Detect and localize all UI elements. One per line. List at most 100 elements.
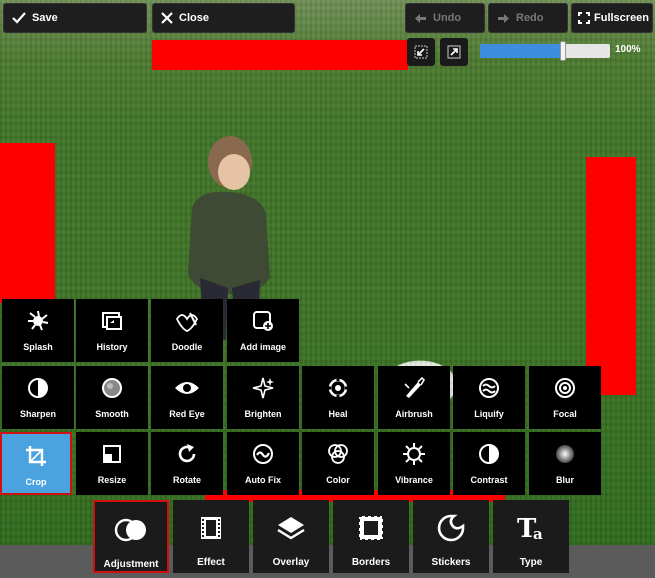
tool-label: Add image	[239, 342, 286, 352]
undo-button[interactable]: Undo	[405, 3, 485, 33]
tool-label: Liquify	[474, 409, 504, 419]
tool-focal[interactable]: Focal	[529, 366, 601, 429]
category-adjustment[interactable]: Adjustment	[93, 500, 169, 573]
category-label: Stickers	[431, 557, 471, 568]
stickers-icon	[437, 514, 465, 542]
category-label: Overlay	[272, 557, 310, 568]
zoom-fit-button[interactable]	[407, 38, 435, 66]
tool-label: Airbrush	[395, 409, 433, 419]
tool-label: Crop	[25, 477, 47, 487]
zoom-actual-button[interactable]	[440, 38, 468, 66]
blur-icon	[556, 445, 574, 463]
tool-label: Smooth	[95, 409, 129, 419]
borders-icon	[358, 515, 384, 541]
tool-contrast[interactable]: Contrast	[453, 432, 525, 495]
tool-doodle[interactable]: Doodle	[151, 299, 223, 362]
category-overlay[interactable]: Overlay	[253, 500, 329, 573]
annotation-marker-left	[0, 143, 55, 303]
undo-arrow-icon	[415, 13, 426, 23]
splash-icon	[28, 310, 49, 331]
tool-smooth[interactable]: Smooth	[76, 366, 148, 429]
overlay-icon	[277, 517, 305, 540]
category-effect[interactable]: Effect	[173, 500, 249, 573]
tool-label: Focal	[553, 409, 577, 419]
zoom-slider[interactable]	[480, 41, 610, 61]
effect-icon	[201, 517, 221, 539]
tool-label: Blur	[556, 475, 574, 485]
tool-label: Rotate	[172, 475, 201, 485]
tool-sharpen[interactable]: Sharpen	[2, 366, 74, 429]
liquify-icon	[479, 378, 499, 398]
tool-vibrance[interactable]: Vibrance	[378, 432, 450, 495]
undo-label: Undo	[433, 12, 462, 24]
tool-auto-fix[interactable]: Auto Fix	[227, 432, 299, 495]
redo-button[interactable]: Redo	[488, 3, 568, 33]
zoom-out-icon	[414, 45, 428, 59]
doodle-icon	[175, 312, 199, 332]
annotation-marker-right	[586, 157, 636, 395]
zoom-slider-fill	[480, 44, 560, 58]
tool-blur[interactable]: Blur	[529, 432, 601, 495]
save-label: Save	[32, 12, 58, 24]
tool-label: Doodle	[171, 342, 203, 352]
tool-resize[interactable]: Resize	[76, 432, 148, 495]
tool-rotate[interactable]: Rotate	[151, 432, 223, 495]
color-icon	[328, 444, 348, 464]
tool-label: Color	[326, 475, 350, 485]
save-button[interactable]: Save	[3, 3, 147, 33]
contrast-icon	[479, 444, 499, 464]
check-icon	[12, 12, 26, 24]
type-icon: Ta	[517, 514, 543, 543]
redo-arrow-icon	[498, 13, 509, 23]
vibrance-icon	[403, 443, 425, 465]
heal-icon	[327, 377, 349, 399]
tool-label: Brighten	[244, 409, 282, 419]
tool-heal[interactable]: Heal	[302, 366, 374, 429]
zoom-level-label: 100%	[615, 44, 641, 55]
category-borders[interactable]: Borders	[333, 500, 409, 573]
tool-label: Splash	[23, 342, 53, 352]
zoom-slider-handle[interactable]	[560, 41, 566, 61]
tool-label: Contrast	[470, 475, 508, 485]
category-label: Adjustment	[103, 559, 159, 570]
resize-icon	[103, 445, 121, 463]
fullscreen-icon	[578, 12, 590, 24]
category-label: Type	[519, 557, 543, 568]
fullscreen-label: Fullscreen	[594, 12, 650, 24]
smooth-icon	[102, 378, 122, 398]
close-icon	[161, 12, 173, 24]
add-image-icon	[253, 311, 273, 331]
tool-label: Vibrance	[395, 475, 433, 485]
auto-fix-icon	[253, 444, 273, 464]
tool-label: Auto Fix	[245, 475, 281, 485]
category-stickers[interactable]: Stickers	[413, 500, 489, 573]
tool-label: Red Eye	[169, 409, 205, 419]
brighten-icon	[252, 377, 274, 399]
tool-history[interactable]: History	[76, 299, 148, 362]
rotate-icon	[178, 444, 196, 463]
annotation-marker-top	[152, 40, 408, 70]
close-label: Close	[179, 12, 209, 24]
red-eye-icon	[175, 382, 199, 394]
zoom-in-icon	[447, 45, 461, 59]
tool-red-eye[interactable]: Red Eye	[151, 366, 223, 429]
tool-color[interactable]: Color	[302, 432, 374, 495]
tool-airbrush[interactable]: Airbrush	[378, 366, 450, 429]
photo-editor: Save Close Undo Redo Fullscreen 100% Spl…	[0, 0, 655, 578]
fullscreen-button[interactable]: Fullscreen	[571, 3, 653, 33]
redo-label: Redo	[516, 12, 544, 24]
history-icon	[102, 312, 122, 330]
tool-liquify[interactable]: Liquify	[453, 366, 525, 429]
category-label: Effect	[197, 557, 225, 568]
sharpen-icon	[28, 378, 48, 398]
airbrush-icon	[404, 376, 426, 398]
category-type[interactable]: Ta Type	[493, 500, 569, 573]
tool-splash[interactable]: Splash	[2, 299, 74, 362]
tool-add-image[interactable]: Add image	[227, 299, 299, 362]
tool-brighten[interactable]: Brighten	[227, 366, 299, 429]
svg-text:a: a	[533, 525, 543, 543]
adjustment-icon	[114, 518, 146, 542]
tool-crop[interactable]: Crop	[0, 432, 72, 495]
close-button[interactable]: Close	[152, 3, 295, 33]
tool-label: Resize	[97, 475, 127, 485]
